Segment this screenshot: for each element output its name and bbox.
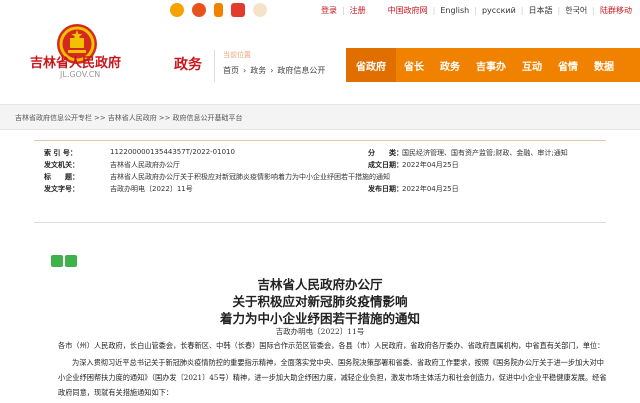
divider: | bbox=[432, 6, 436, 15]
meta-label: 索 引 号： bbox=[44, 149, 77, 157]
divider: | bbox=[520, 6, 524, 15]
lang-ko-link[interactable]: 한국어 bbox=[565, 5, 587, 16]
divider: | bbox=[341, 6, 345, 15]
meta-value: 2022年04月25日 bbox=[402, 161, 459, 169]
meta-row: 发文机关： 吉林省人民政府办公厅 成文日期： 2022年04月25日 bbox=[34, 160, 606, 172]
document-number: 吉政办明电〔2022〕11号 bbox=[275, 327, 365, 336]
meta-value: 吉政办明电〔2022〕11号 bbox=[110, 185, 193, 193]
nav-item-jishiban[interactable]: 吉事办 bbox=[468, 58, 514, 73]
meta-value: 2022年04月25日 bbox=[402, 185, 459, 193]
gov-net-link[interactable]: 中国政府网 bbox=[388, 5, 428, 16]
app-icon[interactable] bbox=[231, 3, 245, 17]
divider: | bbox=[474, 6, 477, 15]
meta-value: 11220000013544357T/2022-01010 bbox=[110, 148, 235, 156]
info-breadcrumb-band: 吉林省政府信息公开专栏 >> 吉林省人民政府 >> 政府信息公开基础平台 bbox=[0, 104, 640, 130]
meta-bottom-border bbox=[34, 222, 606, 223]
meta-label: 发文字号： bbox=[44, 185, 79, 193]
nav-item-province-info[interactable]: 省情 bbox=[550, 58, 586, 73]
article-title-line: 着力为中小企业纾困若干措施的通知 bbox=[219, 311, 420, 326]
breadcrumb: 首页 › 政务 › 政府信息公开 bbox=[223, 65, 325, 76]
phone-icon[interactable] bbox=[214, 3, 223, 17]
wechat-share-icon[interactable] bbox=[51, 255, 63, 267]
lang-ja-link[interactable]: 日本語 bbox=[529, 5, 553, 16]
nav-item-data[interactable]: 数据 bbox=[586, 58, 622, 73]
info-breadcrumb-item[interactable]: 政府信息公开基础平台 bbox=[172, 114, 242, 122]
top-utility-bar: 登录 | 注册 中国政府网 | English | русский | 日本語 … bbox=[0, 0, 640, 22]
meta-row: 标 题： 吉林省人民政府办公厅关于积极应对新冠肺炎疫情影响着力为中小企业纾困若干… bbox=[34, 172, 606, 184]
breadcrumb-item-gov[interactable]: 政务 bbox=[250, 66, 266, 75]
care-mode-link[interactable]: 陆群移动 bbox=[600, 5, 632, 16]
divider: | bbox=[592, 6, 595, 15]
breadcrumb-item-info[interactable]: 政府信息公开 bbox=[277, 66, 325, 75]
weibo-share-icon[interactable] bbox=[65, 255, 77, 267]
meta-label: 成文日期： bbox=[368, 161, 403, 169]
site-header: 吉林省人民政府 JL.GOV.CN 政务 当前位置 首页 › 政务 › 政府信息公开 省… bbox=[0, 22, 640, 90]
meta-row: 索 引 号： 11220000013544357T/2022-01010 分 类… bbox=[34, 148, 606, 160]
main-nav: 省政府 省长 政务 吉事办 互动 省情 数据 bbox=[346, 48, 640, 82]
meta-label: 分 类： bbox=[368, 149, 403, 157]
mascot-icon[interactable] bbox=[253, 3, 267, 17]
share-icons bbox=[170, 3, 267, 17]
nav-item-provincial-gov[interactable]: 省政府 bbox=[346, 48, 396, 82]
divider: | bbox=[557, 6, 561, 15]
breadcrumb-separator: › bbox=[270, 66, 274, 75]
info-breadcrumb: 吉林省政府信息公开专栏 >> 吉林省人民政府 >> 政府信息公开基础平台 bbox=[15, 113, 242, 123]
meta-label: 发文机关： bbox=[44, 161, 79, 169]
login-link[interactable]: 登录 bbox=[321, 5, 337, 16]
lang-en-link[interactable]: English bbox=[440, 6, 469, 15]
article-paragraph: 为深入贯彻习近平总书记关于新冠肺炎疫情防控的重要指示精神，全面落实党中央、国务院… bbox=[58, 358, 607, 397]
meta-row: 发文字号： 吉政办明电〔2022〕11号 发布日期： 2022年04月25日 bbox=[34, 184, 606, 196]
register-link[interactable]: 注册 bbox=[350, 5, 366, 16]
weixin-icon[interactable] bbox=[170, 3, 184, 17]
divider bbox=[214, 50, 215, 82]
meta-top-border bbox=[34, 140, 606, 141]
meta-label: 标 题： bbox=[44, 173, 79, 181]
weibo-icon[interactable] bbox=[192, 3, 206, 17]
breadcrumb-item-home[interactable]: 首页 bbox=[223, 66, 239, 75]
lang-ru-link[interactable]: русский bbox=[482, 6, 516, 15]
channel-title: 政务 bbox=[174, 57, 202, 73]
document-metadata: 索 引 号： 11220000013544357T/2022-01010 分 类… bbox=[34, 142, 606, 196]
site-domain: JL.GOV.CN bbox=[60, 70, 101, 79]
info-breadcrumb-item[interactable]: 吉林省人民政府 bbox=[108, 114, 157, 122]
breadcrumb-label: 当前位置 bbox=[223, 51, 251, 59]
breadcrumb-separator: >> bbox=[94, 114, 106, 122]
article-paragraph: 各市（州）人民政府，长白山管委会，长春新区、中韩（长春）国际合作示范区管委会，各… bbox=[58, 341, 605, 350]
nav-item-interaction[interactable]: 互动 bbox=[514, 58, 550, 73]
nav-item-affairs[interactable]: 政务 bbox=[432, 58, 468, 73]
meta-label: 发布日期： bbox=[368, 185, 403, 193]
nav-item-governor[interactable]: 省长 bbox=[396, 58, 432, 73]
meta-value: 吉林省人民政府办公厅关于积极应对新冠肺炎疫情影响着力为中小企业纾困若干措施的通知 bbox=[110, 173, 390, 181]
info-breadcrumb-item[interactable]: 吉林省政府信息公开专栏 bbox=[15, 114, 92, 122]
article-share bbox=[51, 255, 77, 267]
meta-value: 吉林省人民政府办公厅 bbox=[110, 161, 180, 169]
breadcrumb-separator: >> bbox=[158, 114, 171, 122]
meta-value: 国民经济管理、国有资产监管;财政、金融、审计;通知 bbox=[402, 149, 568, 157]
breadcrumb-separator: › bbox=[243, 66, 247, 75]
site-title[interactable]: 吉林省人民政府 bbox=[30, 52, 121, 71]
